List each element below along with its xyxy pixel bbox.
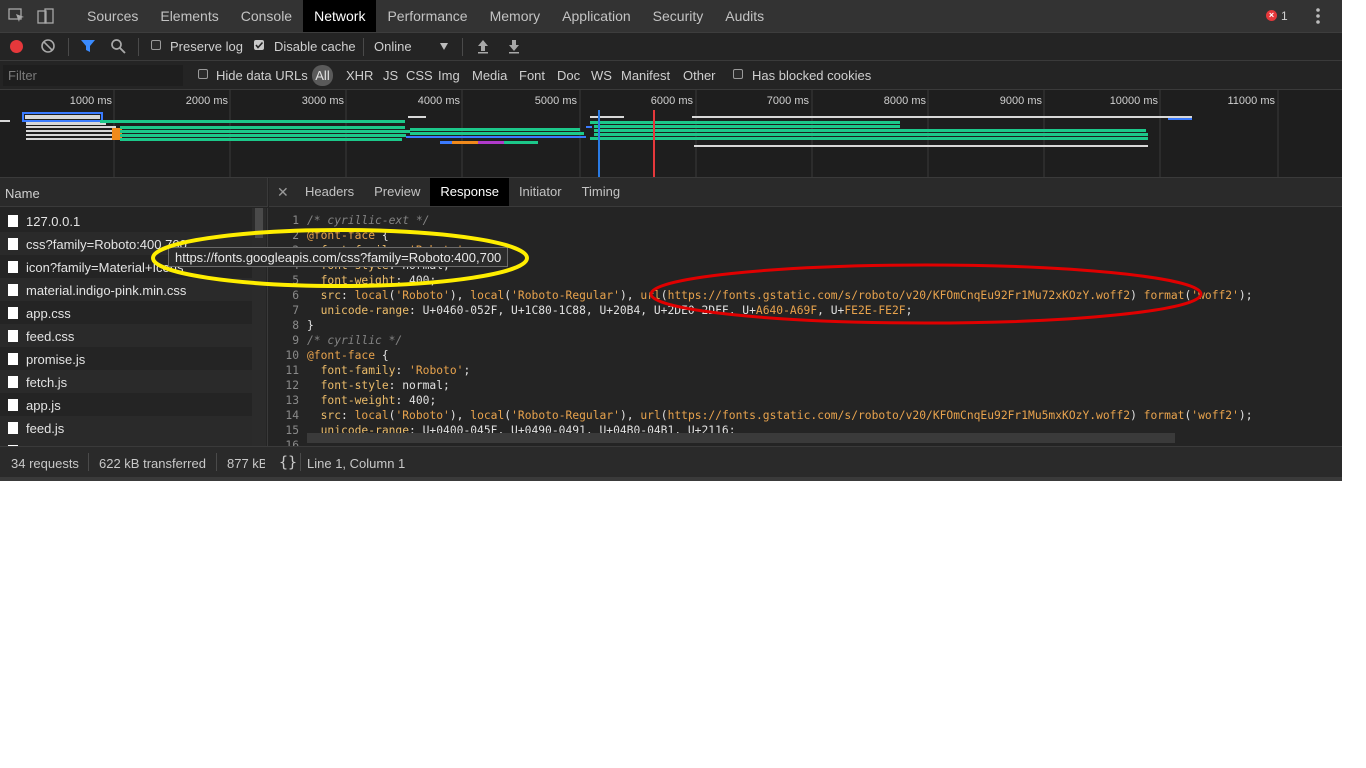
red-highlight-ellipse: [649, 263, 1203, 325]
annotation-layer: [151, 228, 1203, 325]
yellow-highlight-ellipse: [151, 228, 529, 288]
